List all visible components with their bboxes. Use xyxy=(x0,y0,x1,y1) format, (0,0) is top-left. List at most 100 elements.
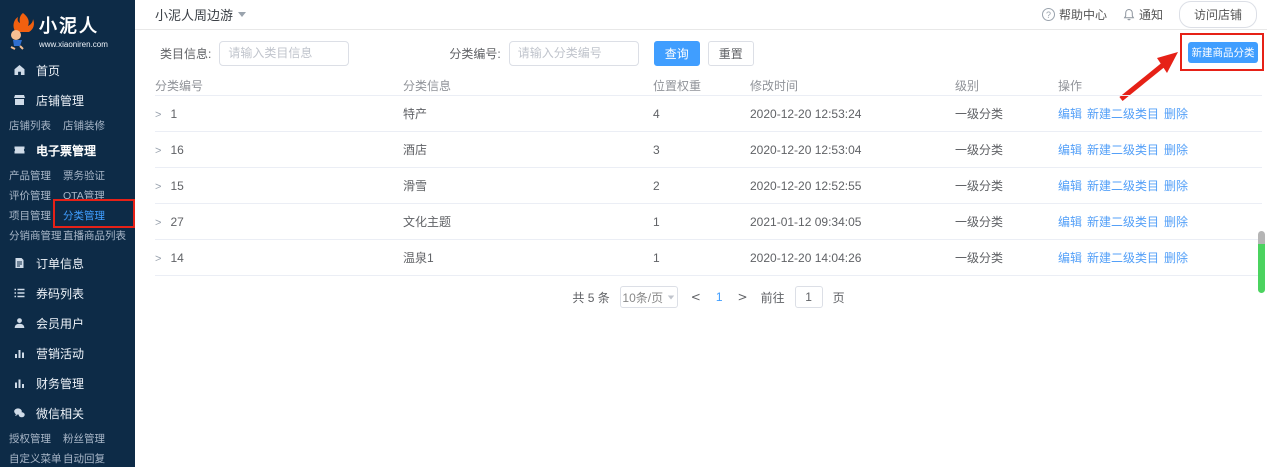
question-circle-icon: ? xyxy=(1042,8,1055,21)
delete-link[interactable]: 删除 xyxy=(1164,143,1188,157)
edit-link[interactable]: 编辑 xyxy=(1058,215,1082,229)
cell-level: 一级分类 xyxy=(955,177,1058,194)
sidebar-subitem-live-product-list[interactable]: 直播商品列表 xyxy=(63,228,126,243)
brand-name: 小泥人 xyxy=(39,12,108,38)
notifications-label: 通知 xyxy=(1139,6,1163,23)
create-subcategory-link[interactable]: 新建二级类目 xyxy=(1087,179,1159,193)
cell-time: 2020-12-20 12:53:24 xyxy=(750,107,955,121)
category-table: 分类编号 分类信息 位置权重 修改时间 级别 操作 >1 特产 4 2020-1… xyxy=(155,76,1262,276)
expand-row-icon[interactable]: > xyxy=(155,253,161,265)
cell-name: 滑雪 xyxy=(403,177,653,194)
goto-label: 前往 xyxy=(761,289,785,306)
sidebar-item-shop-management[interactable]: 店铺管理 xyxy=(0,85,135,115)
cell-weight: 1 xyxy=(653,215,750,229)
table-header-row: 分类编号 分类信息 位置权重 修改时间 级别 操作 xyxy=(155,76,1262,96)
cell-code: 16 xyxy=(170,143,183,157)
bar-chart-icon xyxy=(13,347,27,359)
search-button[interactable]: 查询 xyxy=(654,41,700,66)
help-center-label: 帮助中心 xyxy=(1059,6,1107,23)
sidebar-subitem-category-management[interactable]: 分类管理 xyxy=(63,208,105,223)
sidebar-item-marketing[interactable]: 营销活动 xyxy=(0,338,135,368)
sidebar-subitem-auto-reply[interactable]: 自动回复 xyxy=(63,451,105,466)
cell-level: 一级分类 xyxy=(955,213,1058,230)
expand-row-icon[interactable]: > xyxy=(155,109,161,121)
sidebar-subitem-ticket-verify[interactable]: 票务验证 xyxy=(63,168,105,183)
page-size-select[interactable]: 10条/页 xyxy=(620,286,678,308)
ticket-icon xyxy=(13,144,27,156)
col-header-name: 分类信息 xyxy=(403,77,653,94)
delete-link[interactable]: 删除 xyxy=(1164,107,1188,121)
category-no-input[interactable] xyxy=(509,41,639,66)
create-subcategory-link[interactable]: 新建二级类目 xyxy=(1087,143,1159,157)
workspace-switcher[interactable]: 小泥人周边游 xyxy=(155,5,246,24)
create-subcategory-link[interactable]: 新建二级类目 xyxy=(1087,215,1159,229)
cell-weight: 2 xyxy=(653,179,750,193)
edit-link[interactable]: 编辑 xyxy=(1058,179,1082,193)
sidebar-subitem-custom-menu[interactable]: 自定义菜单 xyxy=(9,451,63,466)
col-header-actions: 操作 xyxy=(1058,77,1262,94)
sidebar-subitem-shop-decorate[interactable]: 店铺装修 xyxy=(63,118,105,133)
chevron-down-icon xyxy=(238,12,246,17)
sidebar-item-order-info[interactable]: 订单信息 xyxy=(0,248,135,278)
next-page-button[interactable]: > xyxy=(735,290,751,304)
expand-row-icon[interactable]: > xyxy=(155,217,161,229)
category-info-input[interactable] xyxy=(219,41,349,66)
sidebar-item-finance[interactable]: 财务管理 xyxy=(0,368,135,398)
cell-name: 酒店 xyxy=(403,141,653,158)
visit-store-button[interactable]: 访问店铺 xyxy=(1179,1,1257,28)
help-center-link[interactable]: ? 帮助中心 xyxy=(1042,6,1107,23)
mascot-icon xyxy=(6,11,36,51)
sidebar-item-label: 首页 xyxy=(36,62,60,79)
cell-code: 1 xyxy=(170,107,177,121)
table-row: >1 特产 4 2020-12-20 12:53:24 一级分类 编辑新建二级类… xyxy=(155,96,1262,132)
sidebar-item-home[interactable]: 首页 xyxy=(0,55,135,85)
delete-link[interactable]: 删除 xyxy=(1164,215,1188,229)
cell-time: 2021-01-12 09:34:05 xyxy=(750,215,955,229)
cell-name: 文化主题 xyxy=(403,213,653,230)
list-icon xyxy=(13,287,27,299)
sidebar-item-wechat[interactable]: 微信相关 xyxy=(0,398,135,428)
cell-time: 2020-12-20 12:53:04 xyxy=(750,143,955,157)
sidebar-subitem-auth-management[interactable]: 授权管理 xyxy=(9,431,63,446)
create-category-button[interactable]: 新建商品分类 xyxy=(1188,42,1258,63)
col-header-code: 分类编号 xyxy=(155,77,403,94)
sidebar-subitem-product-management[interactable]: 产品管理 xyxy=(9,168,63,183)
expand-row-icon[interactable]: > xyxy=(155,181,161,193)
cell-code: 14 xyxy=(170,251,183,265)
cell-name: 特产 xyxy=(403,105,653,122)
sidebar-subitem-review-management[interactable]: 评价管理 xyxy=(9,188,63,203)
sidebar-item-label: 营销活动 xyxy=(36,345,84,362)
col-header-time: 修改时间 xyxy=(750,77,955,94)
goto-page-input[interactable] xyxy=(795,286,823,308)
sidebar-subitem-ota-management[interactable]: OTA管理 xyxy=(63,188,105,203)
current-page[interactable]: 1 xyxy=(714,290,725,304)
sidebar-item-coupon-list[interactable]: 券码列表 xyxy=(0,278,135,308)
sidebar-subitem-shop-list[interactable]: 店铺列表 xyxy=(9,118,63,133)
delete-link[interactable]: 删除 xyxy=(1164,179,1188,193)
reset-button[interactable]: 重置 xyxy=(708,41,754,66)
delete-link[interactable]: 删除 xyxy=(1164,251,1188,265)
topbar: 小泥人周边游 ? 帮助中心 通知 访问店铺 xyxy=(135,0,1267,30)
scrollbar-thumb[interactable] xyxy=(1258,231,1265,293)
page-unit-label: 页 xyxy=(833,289,845,306)
cell-level: 一级分类 xyxy=(955,141,1058,158)
category-info-label: 类目信息: xyxy=(160,45,211,62)
expand-row-icon[interactable]: > xyxy=(155,145,161,157)
sidebar-subitem-fans-management[interactable]: 粉丝管理 xyxy=(63,431,105,446)
edit-link[interactable]: 编辑 xyxy=(1058,107,1082,121)
shop-icon xyxy=(13,94,27,106)
sidebar-subitem-distributor-management[interactable]: 分销商管理 xyxy=(9,228,63,243)
create-subcategory-link[interactable]: 新建二级类目 xyxy=(1087,107,1159,121)
sidebar-item-eticket-management[interactable]: 电子票管理 xyxy=(0,135,135,165)
wechat-icon xyxy=(13,407,27,419)
sidebar-item-member-users[interactable]: 会员用户 xyxy=(0,308,135,338)
edit-link[interactable]: 编辑 xyxy=(1058,251,1082,265)
col-header-level: 级别 xyxy=(955,77,1058,94)
edit-link[interactable]: 编辑 xyxy=(1058,143,1082,157)
create-subcategory-link[interactable]: 新建二级类目 xyxy=(1087,251,1159,265)
sidebar-subitem-project-management[interactable]: 项目管理 xyxy=(9,208,63,223)
notifications-link[interactable]: 通知 xyxy=(1123,6,1163,23)
sidebar-item-label: 店铺管理 xyxy=(36,92,84,109)
prev-page-button[interactable]: < xyxy=(688,290,704,304)
scrollbar-thumb-green xyxy=(1258,244,1265,293)
